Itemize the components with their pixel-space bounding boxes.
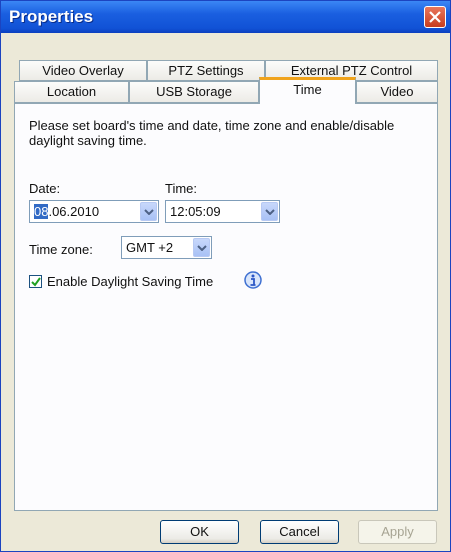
- tab-video[interactable]: Video: [356, 81, 438, 103]
- timezone-value: GMT +2: [126, 240, 174, 255]
- tab-location[interactable]: Location: [14, 81, 129, 103]
- chevron-down-icon: [197, 245, 207, 251]
- apply-button[interactable]: Apply: [358, 520, 437, 544]
- tab-ptz-settings[interactable]: PTZ Settings: [147, 60, 265, 81]
- title-bar[interactable]: Properties: [1, 1, 450, 33]
- tab-time[interactable]: Time: [259, 77, 356, 104]
- info-icon[interactable]: [244, 271, 262, 289]
- time-description: Please set board's time and date, time z…: [29, 118, 395, 148]
- time-value: 12:05:09: [170, 204, 221, 219]
- time-label: Time:: [165, 181, 198, 196]
- timezone-select[interactable]: GMT +2: [121, 236, 212, 259]
- date-value: 08.06.2010: [34, 204, 99, 219]
- timezone-label: Time zone:: [29, 242, 93, 257]
- close-icon: [429, 11, 441, 23]
- time-picker[interactable]: 12:05:09: [165, 200, 280, 223]
- timezone-dropdown-button[interactable]: [193, 238, 210, 257]
- dst-label[interactable]: Enable Daylight Saving Time: [47, 274, 213, 289]
- tab-video-overlay[interactable]: Video Overlay: [19, 60, 147, 81]
- dst-checkbox[interactable]: [29, 275, 42, 288]
- window-title: Properties: [9, 7, 94, 26]
- properties-dialog: Properties Video Overlay PTZ Settings Ex…: [0, 0, 451, 552]
- date-dropdown-button[interactable]: [140, 202, 157, 221]
- ok-button[interactable]: OK: [160, 520, 239, 544]
- chevron-down-icon: [265, 209, 275, 215]
- time-tab-panel: [14, 103, 438, 511]
- time-dropdown-button[interactable]: [261, 202, 278, 221]
- date-label: Date:: [29, 181, 61, 196]
- date-day-selected: 08: [34, 204, 49, 219]
- checkmark-icon: [31, 277, 41, 287]
- date-picker[interactable]: 08.06.2010: [29, 200, 159, 223]
- close-button[interactable]: [424, 6, 446, 28]
- cancel-button[interactable]: Cancel: [260, 520, 339, 544]
- tab-usb-storage[interactable]: USB Storage: [129, 81, 259, 103]
- chevron-down-icon: [144, 209, 154, 215]
- date-rest: .06.2010: [48, 204, 100, 219]
